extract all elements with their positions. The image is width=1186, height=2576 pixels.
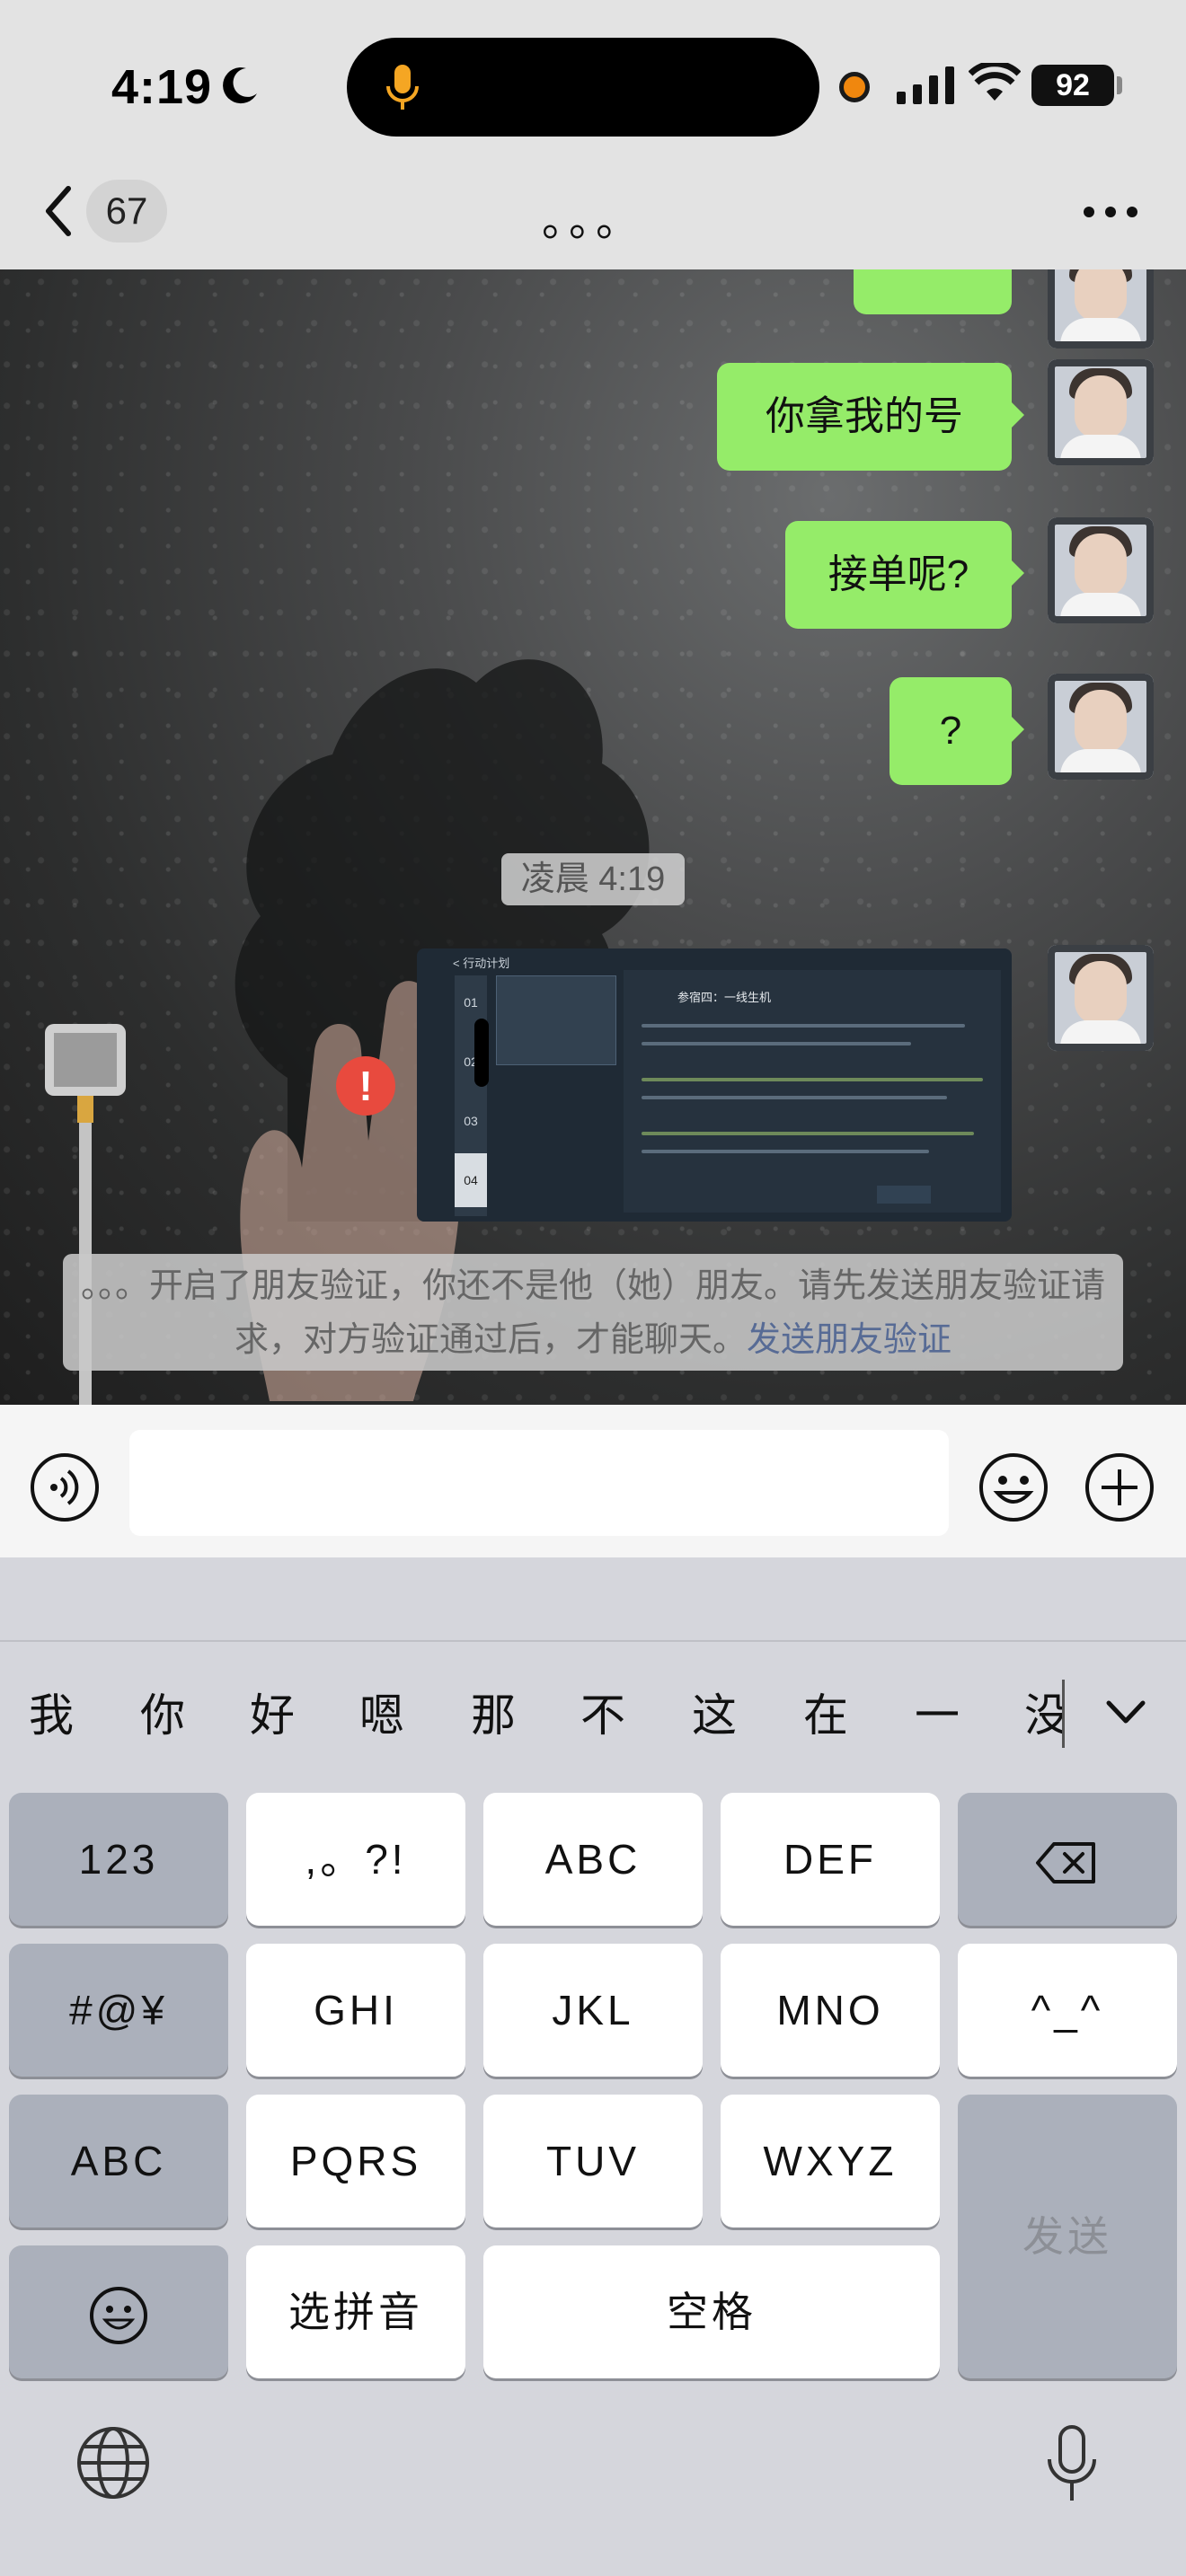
message-input[interactable] [129, 1430, 949, 1536]
plus-icon[interactable] [1084, 1451, 1155, 1523]
unread-count-badge[interactable]: 67 [86, 180, 167, 243]
screenshot-pill [474, 1019, 489, 1087]
punctuation-key[interactable]: ,。?! [246, 1793, 465, 1926]
jkl-key[interactable]: JKL [483, 1944, 703, 2077]
wxyz-key[interactable]: WXYZ [721, 2095, 940, 2228]
tuv-key[interactable]: TUV [483, 2095, 703, 2228]
top-bar: 4:19 92 67 。。。 [0, 0, 1186, 269]
globe-icon[interactable] [75, 2425, 151, 2501]
screenshot-panel [496, 975, 616, 1065]
candidate-word[interactable]: 不 [580, 1680, 625, 1744]
send-key[interactable]: 发送 [958, 2095, 1177, 2378]
def-key[interactable]: DEF [721, 1793, 940, 1926]
keyboard-divider [0, 1640, 1186, 1642]
candidate-word[interactable]: 嗯 [359, 1680, 404, 1744]
select-pinyin-key[interactable]: 选拼音 [246, 2245, 465, 2378]
dictation-microphone-icon[interactable] [1044, 2423, 1100, 2506]
send-failed-icon[interactable]: ! [336, 1056, 395, 1116]
microphone-indicator-icon [386, 65, 419, 110]
candidate-word[interactable]: 你 [140, 1680, 185, 1744]
partial-message-bubble[interactable] [854, 269, 1012, 314]
input-bar [0, 1405, 1186, 1557]
numbers-key[interactable]: 123 [9, 1793, 228, 1926]
screenshot-start-button [877, 1186, 931, 1204]
candidate-word[interactable]: 好 [250, 1680, 295, 1744]
english-mode-key[interactable]: ABC [9, 2095, 228, 2228]
candidate-word[interactable]: 在 [803, 1680, 848, 1744]
candidate-word[interactable]: 一 [915, 1680, 960, 1744]
abc-key[interactable]: ABC [483, 1793, 703, 1926]
emoji-key-icon [90, 2286, 147, 2344]
candidate-word[interactable]: 我 [29, 1680, 74, 1744]
avatar[interactable] [1048, 359, 1154, 465]
dynamic-island [347, 38, 819, 137]
avatar[interactable] [1048, 674, 1154, 780]
back-chevron-icon[interactable] [36, 180, 81, 243]
delete-icon [1036, 1841, 1095, 1883]
space-key[interactable]: 空格 [483, 2245, 940, 2378]
avatar[interactable] [1048, 945, 1154, 1051]
keyboard: 我 你 好 嗯 那 不 这 在 一 没 123 ,。?! ABC DEF #@¥… [0, 1557, 1186, 2576]
moon-icon [223, 67, 257, 104]
battery-level: 92 [1031, 65, 1114, 106]
send-verification-link[interactable]: 发送朋友验证 [747, 1321, 951, 1359]
candidate-scroll-edge [1062, 1680, 1065, 1748]
mno-key[interactable]: MNO [721, 1944, 940, 2077]
message-timestamp: 凌晨 4:19 [501, 853, 685, 905]
message-bubble[interactable]: 你拿我的号 [717, 363, 1024, 471]
screenshot-detail-panel [624, 970, 1001, 1213]
screenshot-header: < 行动计划 [453, 957, 510, 970]
screenshot-tab: 03 [464, 1114, 478, 1128]
delete-key[interactable] [958, 1793, 1177, 1926]
avatar[interactable] [1048, 517, 1154, 623]
message-bubble[interactable]: 接单呢? [785, 521, 1024, 629]
candidate-word[interactable]: 那 [471, 1680, 516, 1744]
pqrs-key[interactable]: PQRS [246, 2095, 465, 2228]
kaomoji-key[interactable]: ^_^ [958, 1944, 1177, 2077]
voice-input-icon[interactable] [29, 1451, 101, 1523]
candidate-word[interactable]: 这 [692, 1680, 737, 1744]
status-time: 4:19 [111, 60, 213, 114]
image-message[interactable]: < 行动计划 01 02 03 04 参宿四：一线生机 [417, 948, 1012, 1222]
symbols-key[interactable]: #@¥ [9, 1944, 228, 2077]
candidate-word[interactable]: 没 [1024, 1680, 1064, 1744]
emoji-key[interactable] [9, 2245, 228, 2378]
screenshot-tab: 04 [455, 1153, 487, 1207]
wifi-icon [969, 63, 1021, 101]
ghi-key[interactable]: GHI [246, 1944, 465, 2077]
cellular-signal-icon [897, 66, 954, 104]
chat-area[interactable]: 你拿我的号 接单呢? ? 凌晨 4:19 < 行动计划 01 02 03 04 … [0, 269, 1186, 1405]
chevron-down-icon[interactable] [1103, 1694, 1148, 1730]
screenshot-title: 参宿四：一线生机 [677, 991, 772, 1004]
recording-dot-icon [839, 72, 870, 102]
avatar[interactable] [1048, 269, 1154, 348]
more-options-icon[interactable] [1082, 203, 1139, 221]
message-bubble[interactable]: ? [890, 677, 1024, 785]
chat-title: 。。。 [541, 198, 644, 245]
friend-verification-notice: 。。。开启了朋友验证，你还不是他（她）朋友。请先发送朋友验证请求，对方验证通过后… [63, 1254, 1123, 1371]
battery-tip [1117, 76, 1122, 94]
emoji-icon[interactable] [978, 1451, 1049, 1523]
